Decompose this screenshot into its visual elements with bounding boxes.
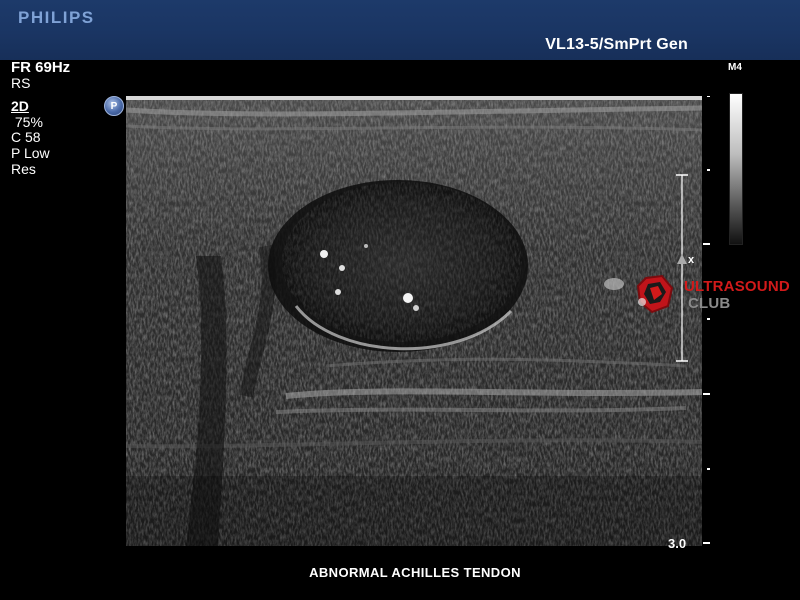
header-bar: PHILIPS VL13-5/SmPrt Gen bbox=[0, 0, 800, 60]
frame-rate: FR 69Hz bbox=[11, 59, 71, 76]
mode-2d: 2D bbox=[11, 98, 29, 115]
watermark-line1: ULTRASOUND bbox=[684, 278, 790, 295]
probe-preset-label: VL13-5/SmPrt Gen bbox=[545, 36, 688, 53]
grayscale-bar bbox=[729, 93, 743, 245]
power-value: P Low bbox=[11, 144, 50, 161]
acquisition-params: FR 69Hz RS 2D 75% C 58 P Low Res bbox=[11, 60, 111, 177]
compression-value: C 58 bbox=[11, 129, 41, 146]
depth-tick-3 bbox=[703, 542, 710, 544]
probe-orientation-letter: P bbox=[110, 101, 118, 112]
probe-orientation-icon: P bbox=[104, 96, 124, 116]
focus-arrow-icon bbox=[677, 254, 687, 264]
gray-map-label: M4 bbox=[728, 62, 742, 73]
depth-value: 3.0 bbox=[668, 536, 687, 551]
focus-zone-marker bbox=[676, 174, 688, 362]
depth-tick-small-3 bbox=[707, 468, 710, 470]
depth-scale bbox=[703, 96, 710, 544]
depth-tick-0 bbox=[707, 96, 710, 97]
ultrasound-screen: PHILIPS VL13-5/SmPrt Gen FR 69Hz RS 2D 7… bbox=[0, 0, 800, 600]
depth-tick-small-1 bbox=[707, 169, 710, 171]
watermark-emblem-icon bbox=[636, 274, 674, 314]
depth-tick-2 bbox=[703, 393, 710, 395]
gain-value: 75% bbox=[11, 113, 43, 130]
ultrasound-image bbox=[126, 96, 702, 546]
watermark-logo: ULTRASOUND CLUB bbox=[630, 270, 800, 320]
res-value: Res bbox=[11, 160, 36, 177]
param-rs: RS bbox=[11, 74, 31, 91]
image-caption: ABNORMAL ACHILLES TENDON bbox=[309, 565, 521, 580]
brand-logo: PHILIPS bbox=[18, 8, 95, 27]
watermark-line2: CLUB bbox=[688, 295, 731, 312]
depth-tick-1 bbox=[703, 243, 710, 245]
focus-label: x bbox=[688, 254, 695, 266]
